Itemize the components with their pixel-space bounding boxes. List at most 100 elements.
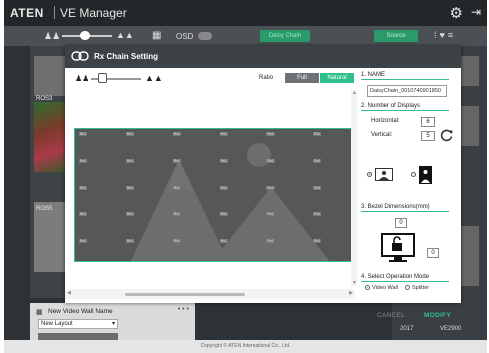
name-section-title: 1. NAME: [361, 72, 449, 80]
screen-tile-label[interactable]: Rx1: [125, 132, 135, 136]
vertical-scrollbar[interactable]: ▲ ▼: [351, 90, 357, 286]
screen-tile-label[interactable]: Rx1: [219, 212, 228, 217]
scroll-down-icon[interactable]: ▼: [352, 280, 357, 286]
screen-tile-label[interactable]: Rx1: [313, 158, 322, 163]
vertical-label: Vertical:: [371, 132, 393, 138]
vertical-input[interactable]: 5: [421, 131, 435, 141]
footer: Copyright © ATEN International Co., Ltd.: [4, 340, 487, 353]
splitter-mode-option[interactable]: Splitter: [405, 285, 429, 291]
bezel-side-input[interactable]: 0: [427, 248, 439, 258]
device-label: ROS3: [36, 96, 53, 102]
preview-zoom-knob[interactable]: [98, 73, 107, 83]
device-thumbnail[interactable]: [34, 56, 68, 96]
main-toolbar: ♟♟ ▲▲ ▦ OSD Daisy Chain Source ⁞♥≡: [4, 26, 487, 46]
layout-select[interactable]: New Layout: [38, 319, 118, 329]
ratio-full-button[interactable]: Full: [285, 73, 319, 83]
screen-tile-label[interactable]: Rx1: [79, 185, 88, 190]
screen-tile-label[interactable]: Rx1: [79, 132, 88, 136]
daisy-chain-button[interactable]: Daisy Chain: [260, 30, 310, 42]
more-options-icon[interactable]: • • •: [178, 306, 189, 313]
chain-name-input[interactable]: DaisyChain_0010740901850: [367, 85, 447, 97]
screen-tile-label[interactable]: Rx1: [172, 239, 181, 244]
screen-tile-label[interactable]: Rx1: [125, 239, 135, 244]
ratio-natural-button[interactable]: Natural: [320, 73, 354, 83]
screen-tile-label[interactable]: Rx1: [172, 158, 181, 163]
toolbar-actions-icon[interactable]: ⁞♥≡: [434, 30, 456, 40]
screen-tile-label[interactable]: Rx1: [266, 212, 275, 217]
screen-tile-label[interactable]: Rx1: [219, 158, 228, 163]
mountain-icon: ▲▲: [116, 30, 134, 40]
scroll-left-icon[interactable]: ◀: [67, 290, 71, 296]
scroll-up-icon[interactable]: ▲: [352, 90, 357, 96]
dialog-header: Rx Chain Setting: [65, 46, 461, 68]
dialog-body: ♟♟ ▲▲ Ratio Full Natural Rx1 Rx1 Rx1 Rx1 Rx1…: [65, 68, 461, 319]
screen-tile-label[interactable]: Rx1: [79, 239, 88, 244]
screen-tile-label[interactable]: Rx1: [79, 158, 88, 163]
landscape-radio[interactable]: [367, 172, 372, 177]
left-device-panel: ROS3 ROS5: [30, 46, 70, 298]
logout-icon[interactable]: ⇥: [471, 5, 481, 19]
refresh-icon[interactable]: [440, 128, 454, 142]
video-wall-preview[interactable]: Rx1 Rx1 Rx1 Rx1 Rx1 Rx1 Rx1 Rx1 Rx1 Rx1 Rx1 Rx1 Rx1 R…: [74, 128, 355, 262]
osd-label: OSD: [176, 32, 194, 41]
people-small-icon: ♟♟: [44, 31, 61, 41]
mode-section-title: 4. Select Operation Mode: [361, 274, 449, 282]
top-bar: ATEN VE Manager ⚙ ⇥: [4, 0, 487, 26]
people-small-icon: ♟♟: [75, 74, 90, 83]
preview-area: ♟♟ ▲▲ Ratio Full Natural Rx1 Rx1 Rx1 Rx1 Rx1…: [65, 68, 357, 303]
screen-tile-label[interactable]: Rx1: [125, 212, 135, 217]
screen-tile-label[interactable]: Rx1: [79, 212, 88, 217]
screen-tile-label[interactable]: Rx1: [313, 132, 322, 136]
horizontal-scrollbar[interactable]: ◀ ▶: [65, 289, 355, 299]
screen-tile-label[interactable]: Rx1: [125, 158, 135, 163]
gear-icon[interactable]: ⚙: [450, 4, 463, 22]
screen-tile-label[interactable]: Rx1: [219, 185, 228, 190]
portrait-radio[interactable]: [411, 172, 416, 177]
landscape-orientation-icon[interactable]: [375, 168, 393, 181]
screen-tile-label[interactable]: Rx1: [266, 185, 275, 190]
settings-panel: 1. NAME DaisyChain_0010740901850 2. Numb…: [361, 68, 461, 303]
screen-tile-label[interactable]: Rx1: [172, 132, 181, 136]
video-wall-radio[interactable]: [365, 285, 370, 290]
splitter-radio[interactable]: [405, 285, 410, 290]
scroll-right-icon[interactable]: ▶: [349, 290, 353, 296]
screen-tile-label[interactable]: Rx1: [313, 212, 322, 217]
device-thumbnail[interactable]: [34, 102, 68, 172]
displays-section-title: 2. Number of Displays: [361, 103, 449, 111]
horizontal-scroll-thumb[interactable]: [125, 293, 245, 296]
device-thumbnail[interactable]: [34, 202, 68, 272]
portrait-orientation-icon[interactable]: [419, 166, 432, 184]
cancel-button[interactable]: CANCEL: [377, 312, 405, 319]
screen-tile-label[interactable]: Rx1: [266, 132, 275, 136]
screen-tile-label[interactable]: Rx1: [219, 239, 228, 244]
osd-toggle[interactable]: [198, 32, 212, 40]
device-label: VE2900: [440, 326, 462, 332]
screen-tile-label[interactable]: Rx1: [172, 185, 181, 190]
video-wall-icon: ▦: [36, 309, 43, 316]
app-title: VE Manager: [60, 6, 127, 20]
screen-tile-label[interactable]: Rx1: [266, 158, 275, 163]
rx-chain-setting-dialog: Rx Chain Setting ♟♟ ▲▲ Ratio Full Natura…: [65, 46, 461, 319]
screen-tile-label[interactable]: Rx1: [219, 132, 228, 136]
video-wall-mode-option[interactable]: Video Wall: [365, 285, 398, 291]
copyright-text: Copyright © ATEN International Co., Ltd.: [200, 343, 291, 349]
screen-tile-label[interactable]: Rx1: [172, 212, 181, 217]
screen-tile-label[interactable]: Rx1: [125, 185, 135, 190]
video-wall-name[interactable]: New Video Wall Name: [48, 308, 113, 315]
bezel-top-input[interactable]: 0: [395, 218, 407, 228]
screen-tile-label[interactable]: Rx1: [313, 185, 322, 190]
bezel-section-title: 3. Bezel Dimensions(mm): [361, 204, 449, 212]
screen-tile-label[interactable]: Rx1: [313, 239, 322, 244]
grid-icon[interactable]: ▦: [152, 30, 161, 41]
device-label: 2017: [400, 326, 414, 332]
horizontal-label: Horizontal:: [371, 118, 400, 124]
zoom-slider-knob[interactable]: [80, 31, 90, 40]
aten-logo: ATEN: [10, 6, 44, 20]
source-button[interactable]: Source: [374, 30, 418, 42]
mountain-large-icon: ▲▲: [145, 73, 163, 83]
dialog-title: Rx Chain Setting: [94, 52, 159, 61]
title-separator: [54, 6, 55, 19]
screen-tile-label[interactable]: Rx1: [266, 239, 275, 244]
modify-button[interactable]: MODIFY: [424, 312, 451, 319]
horizontal-input[interactable]: 6: [421, 117, 435, 127]
